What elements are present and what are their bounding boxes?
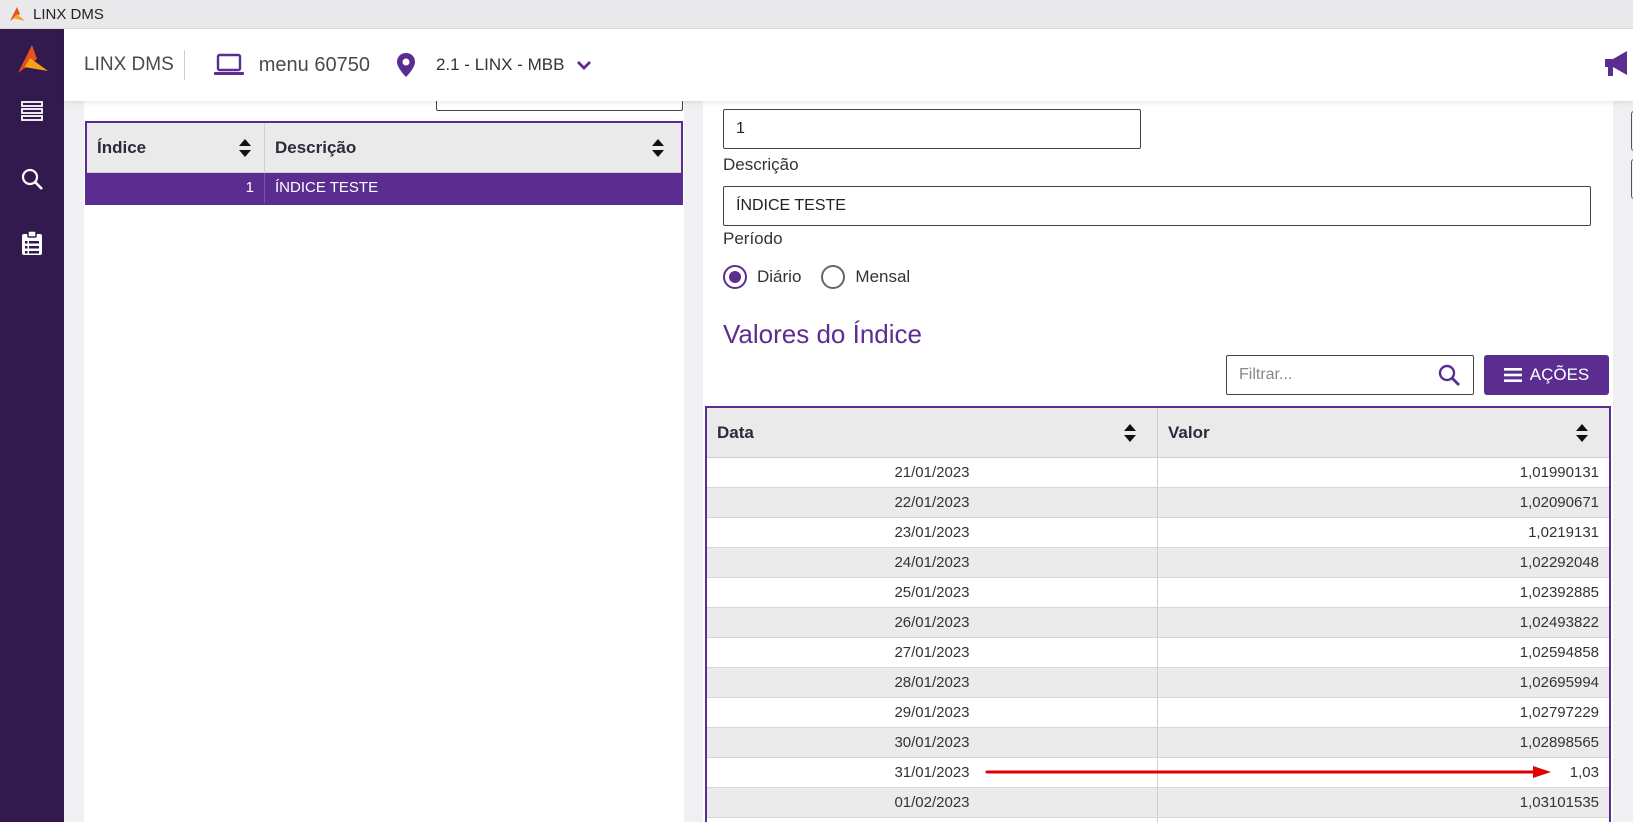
app-name: LINX DMS (84, 50, 185, 80)
radio-diario-label: Diário (757, 267, 802, 286)
filter-placeholder: Filtrar... (1239, 366, 1293, 383)
column-header-indice[interactable]: Índice (87, 123, 265, 172)
cell-valor: 1,02392885 (1519, 584, 1599, 601)
window-title: LINX DMS (33, 5, 104, 23)
cell-data: 27/01/2023 (707, 638, 1158, 667)
column-header-data[interactable]: Data (707, 408, 1158, 457)
table-row[interactable]: 24/01/2023 1,02292048 (707, 548, 1609, 578)
sort-icon[interactable] (1123, 423, 1137, 443)
location-selector[interactable]: 2.1 - LINX - MBB (436, 55, 564, 75)
cell-indice: 1 (87, 173, 265, 203)
cell-valor: 1,03 (1569, 764, 1599, 781)
actions-button[interactable]: AÇÕES (1484, 355, 1609, 395)
codigo-field[interactable] (723, 109, 1141, 149)
periodo-label: Período (723, 229, 783, 248)
cell-valor: 1,02090671 (1519, 494, 1599, 511)
search-icon[interactable] (1437, 363, 1461, 387)
cell-data: 25/01/2023 (707, 578, 1158, 607)
table-row[interactable]: 30/01/2023 1,02898565 (707, 728, 1609, 758)
cell-valor: 1,02594858 (1519, 644, 1599, 661)
column-header-descricao[interactable]: Descrição (265, 123, 681, 172)
megaphone-icon[interactable] (1603, 47, 1633, 81)
table-row[interactable]: 31/01/2023 1,03 (707, 758, 1609, 788)
descricao-field[interactable]: ÍNDICE TESTE (723, 186, 1591, 226)
cell-data: 28/01/2023 (707, 668, 1158, 697)
table-row[interactable]: 23/01/2023 1,0219131 (707, 518, 1609, 548)
menu-label: menu 60750 (258, 53, 370, 76)
table-row[interactable]: 22/01/2023 1,02090671 (707, 488, 1609, 518)
table-row[interactable]: 01/02/2023 1,03101535 (707, 788, 1609, 818)
sidebar (0, 29, 64, 822)
descricao-label: Descrição (723, 155, 799, 174)
sort-icon[interactable] (651, 138, 665, 158)
cell-data: 22/01/2023 (707, 488, 1158, 517)
chevron-down-icon[interactable] (576, 59, 592, 71)
window-titlebar: LINX DMS (0, 0, 1633, 29)
cell-valor: 1,02695994 (1519, 674, 1599, 691)
cell-valor: 1,02292048 (1519, 554, 1599, 571)
table-row[interactable]: 26/01/2023 1,02493822 (707, 608, 1609, 638)
table-row-selected[interactable]: 1 ÍNDICE TESTE (87, 173, 681, 203)
values-grid: Data Valor 21/01/2023 1,01990131 22/01/20… (705, 406, 1611, 822)
laptop-icon (213, 53, 244, 75)
table-row[interactable] (707, 818, 1609, 822)
periodo-radio-group: Diário Mensal (723, 265, 910, 289)
sidebar-item-search[interactable] (18, 165, 46, 193)
hamburger-icon (1503, 368, 1522, 382)
cell-data: 29/01/2023 (707, 698, 1158, 727)
cell-data: 24/01/2023 (707, 548, 1158, 577)
index-grid-header: Índice Descrição (87, 123, 681, 173)
sort-icon[interactable] (1575, 423, 1589, 443)
section-title: Valores do Índice (723, 319, 922, 349)
linx-logo-icon[interactable] (14, 41, 50, 77)
values-grid-header: Data Valor (707, 408, 1609, 458)
radio-mensal[interactable] (821, 265, 846, 289)
cell-valor: 1,02898565 (1519, 734, 1599, 751)
cell-valor: 1,01990131 (1519, 464, 1599, 481)
cell-data (707, 818, 1158, 822)
filter-input[interactable]: Filtrar... (1226, 355, 1474, 395)
cell-data: 31/01/2023 (707, 758, 1158, 787)
index-grid: Índice Descrição 1 ÍNDICE TESTE (85, 121, 683, 205)
table-row[interactable]: 29/01/2023 1,02797229 (707, 698, 1609, 728)
location-pin-icon (396, 53, 415, 77)
values-grid-body: 21/01/2023 1,01990131 22/01/2023 1,0209067… (707, 458, 1609, 822)
column-header-valor[interactable]: Valor (1158, 408, 1609, 457)
linx-logo-icon (10, 7, 25, 21)
top-header: LINX DMS menu 60750 2.1 - LINX - MBB (64, 29, 1633, 101)
index-list-panel: Índice Descrição 1 ÍNDICE TESTE (84, 101, 684, 822)
actions-button-label: AÇÕES (1529, 365, 1590, 384)
sort-icon[interactable] (238, 138, 252, 158)
radio-diario[interactable] (723, 265, 747, 289)
right-edge-panel (1613, 101, 1633, 822)
table-row[interactable]: 21/01/2023 1,01990131 (707, 458, 1609, 488)
cell-data: 26/01/2023 (707, 608, 1158, 637)
search-icon (21, 168, 43, 190)
cell-data: 01/02/2023 (707, 788, 1158, 817)
cell-valor (1158, 818, 1609, 822)
list-icon (21, 101, 43, 121)
sidebar-item-tasks[interactable] (18, 229, 46, 257)
table-row[interactable]: 28/01/2023 1,02695994 (707, 668, 1609, 698)
cell-descricao: ÍNDICE TESTE (275, 179, 379, 196)
cell-data: 21/01/2023 (707, 458, 1158, 487)
sidebar-item-menu[interactable] (18, 97, 46, 125)
cell-data: 23/01/2023 (707, 518, 1158, 547)
radio-mensal-label: Mensal (855, 267, 911, 286)
left-search-input[interactable] (436, 101, 683, 111)
cell-valor: 1,0219131 (1528, 524, 1599, 541)
table-row[interactable]: 25/01/2023 1,02392885 (707, 578, 1609, 608)
cell-data: 30/01/2023 (707, 728, 1158, 757)
table-row[interactable]: 27/01/2023 1,02594858 (707, 638, 1609, 668)
cell-valor: 1,02493822 (1519, 614, 1599, 631)
cell-valor: 1,03101535 (1519, 794, 1599, 811)
clipboard-icon (22, 230, 42, 255)
index-detail-panel: Descrição ÍNDICE TESTE Período Diário Me… (703, 101, 1613, 822)
cell-valor: 1,02797229 (1519, 704, 1599, 721)
